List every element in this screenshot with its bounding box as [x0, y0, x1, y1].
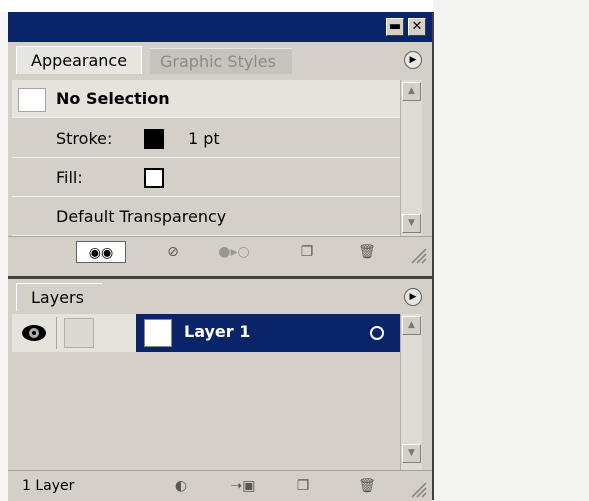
layer-1-item[interactable]: Layer 1 — [136, 314, 406, 352]
make-clipping-mask-button[interactable]: ◐ — [168, 475, 194, 497]
scroll-up-button[interactable]: ▲ — [402, 316, 421, 335]
create-new-sublayer-button[interactable]: ➝▣ — [228, 475, 258, 497]
clear-appearance-button[interactable]: ⊘ — [160, 241, 186, 263]
tab-layers[interactable]: Layers — [16, 283, 102, 311]
arrow-down-icon: ▼ — [408, 218, 415, 228]
duplicate-item-icon: ❐ — [300, 244, 314, 260]
duplicate-item-button[interactable]: ❐ — [294, 241, 320, 263]
reduce-to-basic-appearance-button[interactable]: ●▸○ — [208, 241, 260, 263]
resize-grip-icon[interactable] — [408, 479, 428, 499]
visibility-toggle[interactable] — [16, 317, 57, 349]
trash-icon: 🗑 — [358, 244, 376, 260]
stroke-label: Stroke: — [56, 129, 113, 148]
layers-panel-menu-button[interactable]: ▶ — [404, 288, 422, 306]
panel-titlebar[interactable]: ▬ ✕ — [8, 12, 432, 42]
transparency-label: Default Transparency — [56, 207, 227, 226]
scroll-down-button[interactable]: ▼ — [402, 444, 421, 463]
panel-menu-triangle-icon: ▶ — [409, 292, 417, 302]
stroke-swatch[interactable] — [144, 129, 164, 149]
layer-row[interactable]: Layer 1 — [12, 314, 408, 352]
layer-count: 1 Layer — [22, 478, 75, 494]
selection-row[interactable]: No Selection — [12, 80, 400, 118]
fill-label: Fill: — [56, 168, 83, 187]
lock-toggle[interactable] — [64, 318, 94, 348]
scroll-down-button[interactable]: ▼ — [402, 214, 421, 233]
arrow-up-icon: ▲ — [408, 320, 415, 330]
appearance-panel-menu-button[interactable]: ▶ — [404, 51, 422, 69]
clear-appearance-icon: ⊘ — [167, 244, 179, 260]
delete-item-button[interactable]: 🗑 — [354, 241, 380, 263]
make-clipping-mask-icon: ◐ — [174, 478, 188, 494]
trash-icon: 🗑 — [358, 478, 376, 494]
appearance-footer: ◉◉ ⊘ ●▸○ ❐ 🗑 — [8, 236, 432, 267]
panel-menu-triangle-icon: ▶ — [409, 55, 417, 65]
layers-footer: 1 Layer ◐ ➝▣ ❐ 🗑 — [8, 470, 432, 501]
stroke-row[interactable]: Stroke: 1 pt — [12, 120, 400, 158]
create-new-sublayer-icon: ➝▣ — [230, 478, 256, 494]
create-new-layer-icon: ❐ — [296, 478, 310, 494]
minimize-button[interactable]: ▬ — [386, 18, 404, 36]
resize-grip-icon[interactable] — [408, 245, 428, 265]
selection-thumbnail — [18, 88, 46, 112]
arrow-up-icon: ▲ — [408, 86, 415, 96]
layer-name[interactable]: Layer 1 — [184, 314, 250, 350]
close-button[interactable]: ✕ — [408, 18, 426, 36]
canvas-area — [433, 0, 589, 501]
arrow-down-icon: ▼ — [408, 448, 415, 458]
layer-thumbnail — [144, 319, 172, 347]
layers-scrollbar[interactable]: ▲ ▼ — [400, 314, 422, 470]
create-new-layer-button[interactable]: ❐ — [290, 475, 316, 497]
appearance-tab-row: Appearance Graphic Styles ▶ — [8, 42, 432, 74]
selection-label: No Selection — [56, 89, 170, 108]
delete-layer-button[interactable]: 🗑 — [354, 475, 380, 497]
fill-swatch[interactable] — [144, 168, 164, 188]
transparency-row[interactable]: Default Transparency — [12, 198, 400, 236]
appearance-scrollbar[interactable]: ▲ ▼ — [400, 80, 422, 236]
new-art-maintains-appearance-icon: ◉◉ — [88, 245, 114, 261]
new-art-maintains-appearance-button[interactable]: ◉◉ — [76, 241, 126, 263]
reduce-to-basic-appearance-icon: ●▸○ — [218, 244, 250, 260]
eye-icon — [22, 325, 46, 341]
close-icon: ✕ — [411, 19, 423, 34]
target-icon[interactable] — [370, 326, 384, 340]
tab-graphic-styles[interactable]: Graphic Styles — [150, 48, 292, 74]
stroke-weight: 1 pt — [188, 129, 220, 148]
tab-appearance[interactable]: Appearance — [16, 46, 143, 74]
minimize-icon: ▬ — [388, 19, 402, 34]
floating-panel-window: ▬ ✕ Appearance Graphic Styles ▶ No Selec… — [8, 12, 434, 501]
fill-row[interactable]: Fill: — [12, 159, 400, 197]
layers-tab-row: Layers ▶ — [8, 279, 432, 311]
scroll-up-button[interactable]: ▲ — [402, 82, 421, 101]
